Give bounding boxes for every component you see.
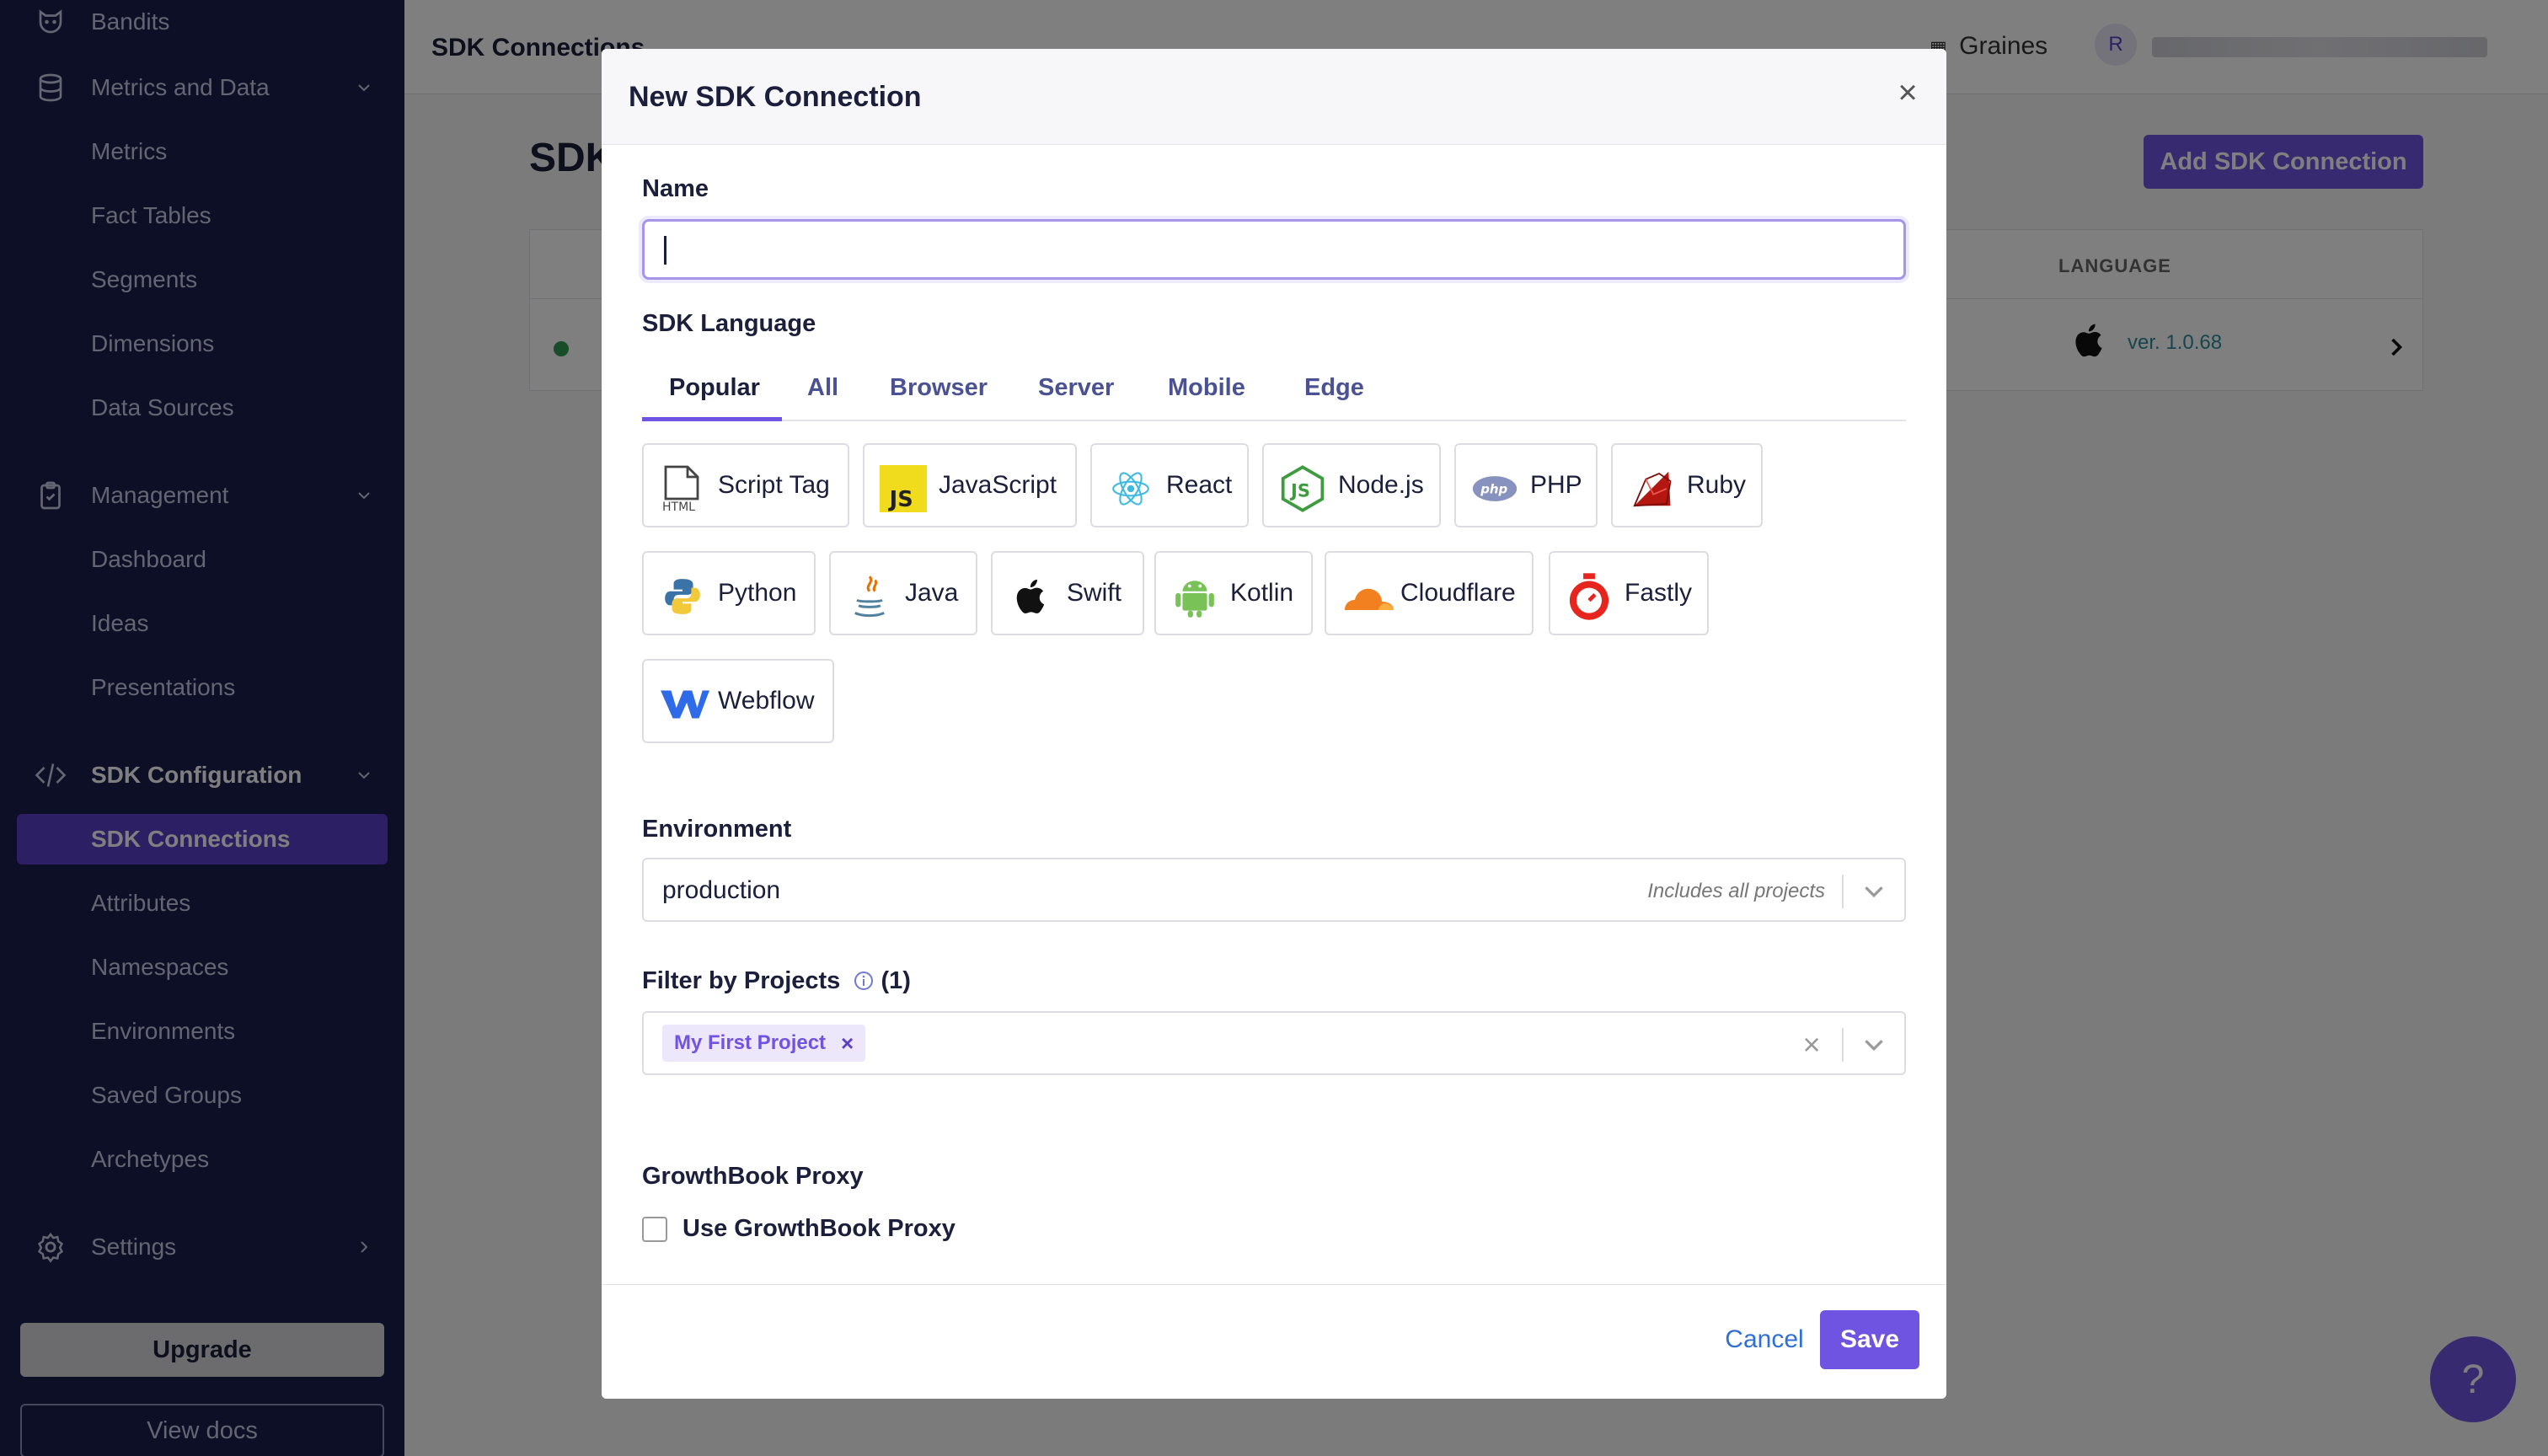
sdk-name: JavaScript bbox=[939, 471, 1057, 499]
cancel-button[interactable]: Cancel bbox=[1705, 1310, 1823, 1369]
svg-text:php: php bbox=[1480, 482, 1507, 497]
sdk-name: Fastly bbox=[1625, 579, 1693, 607]
proxy-section-label: GrowthBook Proxy bbox=[642, 1163, 864, 1190]
sdk-name: Kotlin bbox=[1230, 579, 1294, 607]
sdk-name: Script Tag bbox=[718, 471, 830, 499]
clear-icon[interactable]: × bbox=[1796, 1027, 1827, 1062]
tab-server[interactable]: Server bbox=[1038, 369, 1114, 421]
sdk-name: Webflow bbox=[718, 687, 815, 715]
sdk-option-javascript[interactable]: JS JavaScript bbox=[863, 443, 1077, 527]
environment-value: production bbox=[662, 876, 781, 904]
sdk-option-webflow[interactable]: Webflow bbox=[642, 659, 834, 743]
save-button[interactable]: Save bbox=[1820, 1310, 1919, 1369]
sdk-option-script-tag[interactable]: HTML Script Tag bbox=[642, 443, 849, 527]
sdk-option-java[interactable]: Java bbox=[829, 551, 977, 635]
php-icon: php bbox=[1471, 465, 1518, 512]
environment-label: Environment bbox=[642, 816, 792, 843]
modal-title: New SDK Connection bbox=[629, 81, 922, 113]
svg-text:JS: JS bbox=[1289, 480, 1310, 500]
modal-footer: Cancel Save bbox=[602, 1284, 1946, 1399]
select-separator bbox=[1842, 1028, 1844, 1062]
sdk-option-fastly[interactable]: Fastly bbox=[1549, 551, 1709, 635]
svg-text:HTML: HTML bbox=[662, 500, 695, 512]
tab-browser[interactable]: Browser bbox=[890, 369, 988, 421]
sdk-name: Node.js bbox=[1338, 471, 1424, 499]
use-proxy-label[interactable]: Use GrowthBook Proxy bbox=[682, 1215, 956, 1243]
filter-projects-text: Filter by Projects bbox=[642, 967, 841, 994]
project-tag: My First Project × bbox=[662, 1025, 866, 1062]
sdk-option-cloudflare[interactable]: Cloudflare bbox=[1325, 551, 1534, 635]
new-sdk-connection-modal: New SDK Connection × Name SDK Language P… bbox=[602, 49, 1946, 1399]
java-icon bbox=[846, 573, 893, 620]
modal-header: New SDK Connection × bbox=[602, 49, 1946, 145]
sdk-language-tabs: Popular All Browser Server Mobile Edge bbox=[642, 369, 1906, 421]
project-tag-label: My First Project bbox=[674, 1031, 827, 1054]
projects-multiselect[interactable]: My First Project × × bbox=[642, 1011, 1906, 1075]
react-icon bbox=[1107, 465, 1154, 512]
tab-all[interactable]: All bbox=[807, 369, 838, 421]
sdk-option-nodejs[interactable]: JS Node.js bbox=[1262, 443, 1441, 527]
close-icon[interactable]: × bbox=[1891, 74, 1924, 111]
tab-edge[interactable]: Edge bbox=[1304, 369, 1364, 421]
name-input[interactable] bbox=[642, 219, 1906, 280]
apple-icon bbox=[1008, 573, 1055, 620]
filter-projects-count: (1) bbox=[881, 967, 911, 994]
use-proxy-checkbox[interactable] bbox=[642, 1217, 667, 1242]
sdk-name: Swift bbox=[1067, 579, 1122, 607]
chevron-down-icon[interactable] bbox=[1860, 878, 1887, 905]
sdk-name: Cloudflare bbox=[1400, 579, 1516, 607]
tab-popular[interactable]: Popular bbox=[642, 369, 782, 421]
sdk-name: PHP bbox=[1530, 471, 1582, 499]
sdk-language-label: SDK Language bbox=[642, 310, 816, 337]
sdk-name: Ruby bbox=[1687, 471, 1747, 499]
remove-tag-icon[interactable]: × bbox=[841, 1030, 854, 1057]
webflow-icon bbox=[659, 681, 711, 728]
sdk-name: Java bbox=[905, 579, 959, 607]
sdk-name: React bbox=[1166, 471, 1233, 499]
python-icon bbox=[659, 573, 706, 620]
cloudflare-icon bbox=[1341, 573, 1397, 620]
javascript-icon: JS bbox=[880, 465, 927, 512]
tab-mobile[interactable]: Mobile bbox=[1168, 369, 1245, 421]
info-icon[interactable] bbox=[854, 970, 874, 990]
sdk-option-kotlin[interactable]: Kotlin bbox=[1154, 551, 1313, 635]
sdk-option-php[interactable]: php PHP bbox=[1454, 443, 1598, 527]
android-icon bbox=[1171, 573, 1218, 620]
sdk-option-ruby[interactable]: Ruby bbox=[1611, 443, 1763, 527]
ruby-icon bbox=[1628, 465, 1675, 512]
sdk-name: Python bbox=[718, 579, 797, 607]
sdk-option-swift[interactable]: Swift bbox=[991, 551, 1144, 635]
name-label: Name bbox=[642, 175, 709, 202]
chevron-down-icon[interactable] bbox=[1860, 1031, 1887, 1058]
environment-select[interactable]: production Includes all projects bbox=[642, 858, 1906, 922]
environment-hint: Includes all projects bbox=[1647, 880, 1825, 902]
nodejs-icon: JS bbox=[1279, 465, 1326, 512]
text-caret bbox=[664, 236, 666, 265]
select-separator bbox=[1842, 875, 1844, 908]
fastly-icon bbox=[1566, 573, 1613, 620]
filter-projects-label: Filter by Projects (1) bbox=[642, 967, 911, 995]
svg-text:JS: JS bbox=[888, 487, 913, 512]
sdk-option-react[interactable]: React bbox=[1090, 443, 1249, 527]
html-file-icon: HTML bbox=[659, 465, 706, 512]
sdk-option-python[interactable]: Python bbox=[642, 551, 816, 635]
